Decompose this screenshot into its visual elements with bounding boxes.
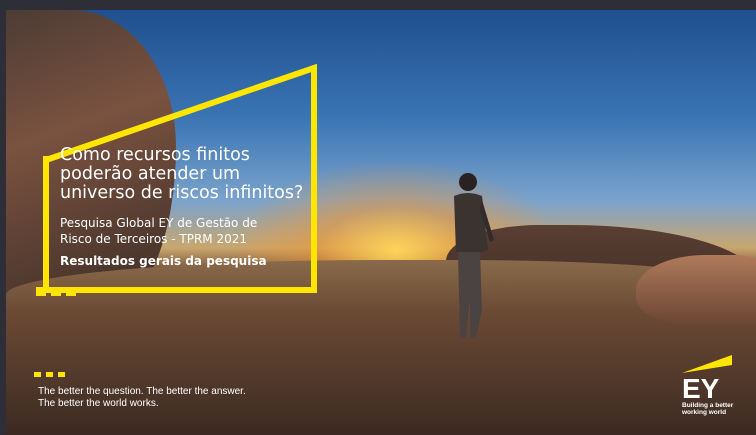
- footer-dot-2: [46, 372, 53, 377]
- ey-wordmark: EY: [682, 373, 720, 404]
- title-block: Como recursos finitos poderão atender um…: [60, 146, 320, 269]
- results-label: Resultados gerais da pesquisa: [60, 254, 267, 268]
- ey-slogan-line-1: Building a better: [682, 402, 734, 409]
- ey-slogan: Building a better working world: [682, 402, 752, 416]
- tagline-line-2: The better the world works.: [38, 398, 159, 409]
- headline: Como recursos finitos poderão atender um…: [60, 146, 320, 203]
- subtitle-line-1: Pesquisa Global EY de Gestão de: [60, 216, 258, 230]
- headline-line-2: poderão atender um: [60, 164, 241, 184]
- frame-dot-1: [36, 287, 46, 296]
- subtitle: Pesquisa Global EY de Gestão de Risco de…: [60, 215, 320, 247]
- headline-line-1: Como recursos finitos: [60, 145, 250, 165]
- headline-line-3: universo de riscos infinitos?: [60, 183, 304, 203]
- frame-dot-2: [51, 287, 61, 296]
- tagline-line-1: The better the question. The better the …: [38, 386, 246, 397]
- footer-dots: [34, 372, 65, 377]
- tagline: The better the question. The better the …: [38, 386, 246, 410]
- ey-logo: EY: [682, 355, 732, 404]
- cover-slide: Como recursos finitos poderão atender um…: [6, 10, 756, 435]
- footer-dot-3: [58, 372, 65, 377]
- top-bar: [0, 0, 756, 10]
- ey-logo-beam: [682, 355, 732, 373]
- ey-slogan-line-2: working world: [682, 409, 727, 416]
- footer-dot-1: [34, 372, 41, 377]
- frame-dot-3: [66, 287, 76, 296]
- subtitle-line-2: Risco de Terceiros - TPRM 2021: [60, 232, 247, 246]
